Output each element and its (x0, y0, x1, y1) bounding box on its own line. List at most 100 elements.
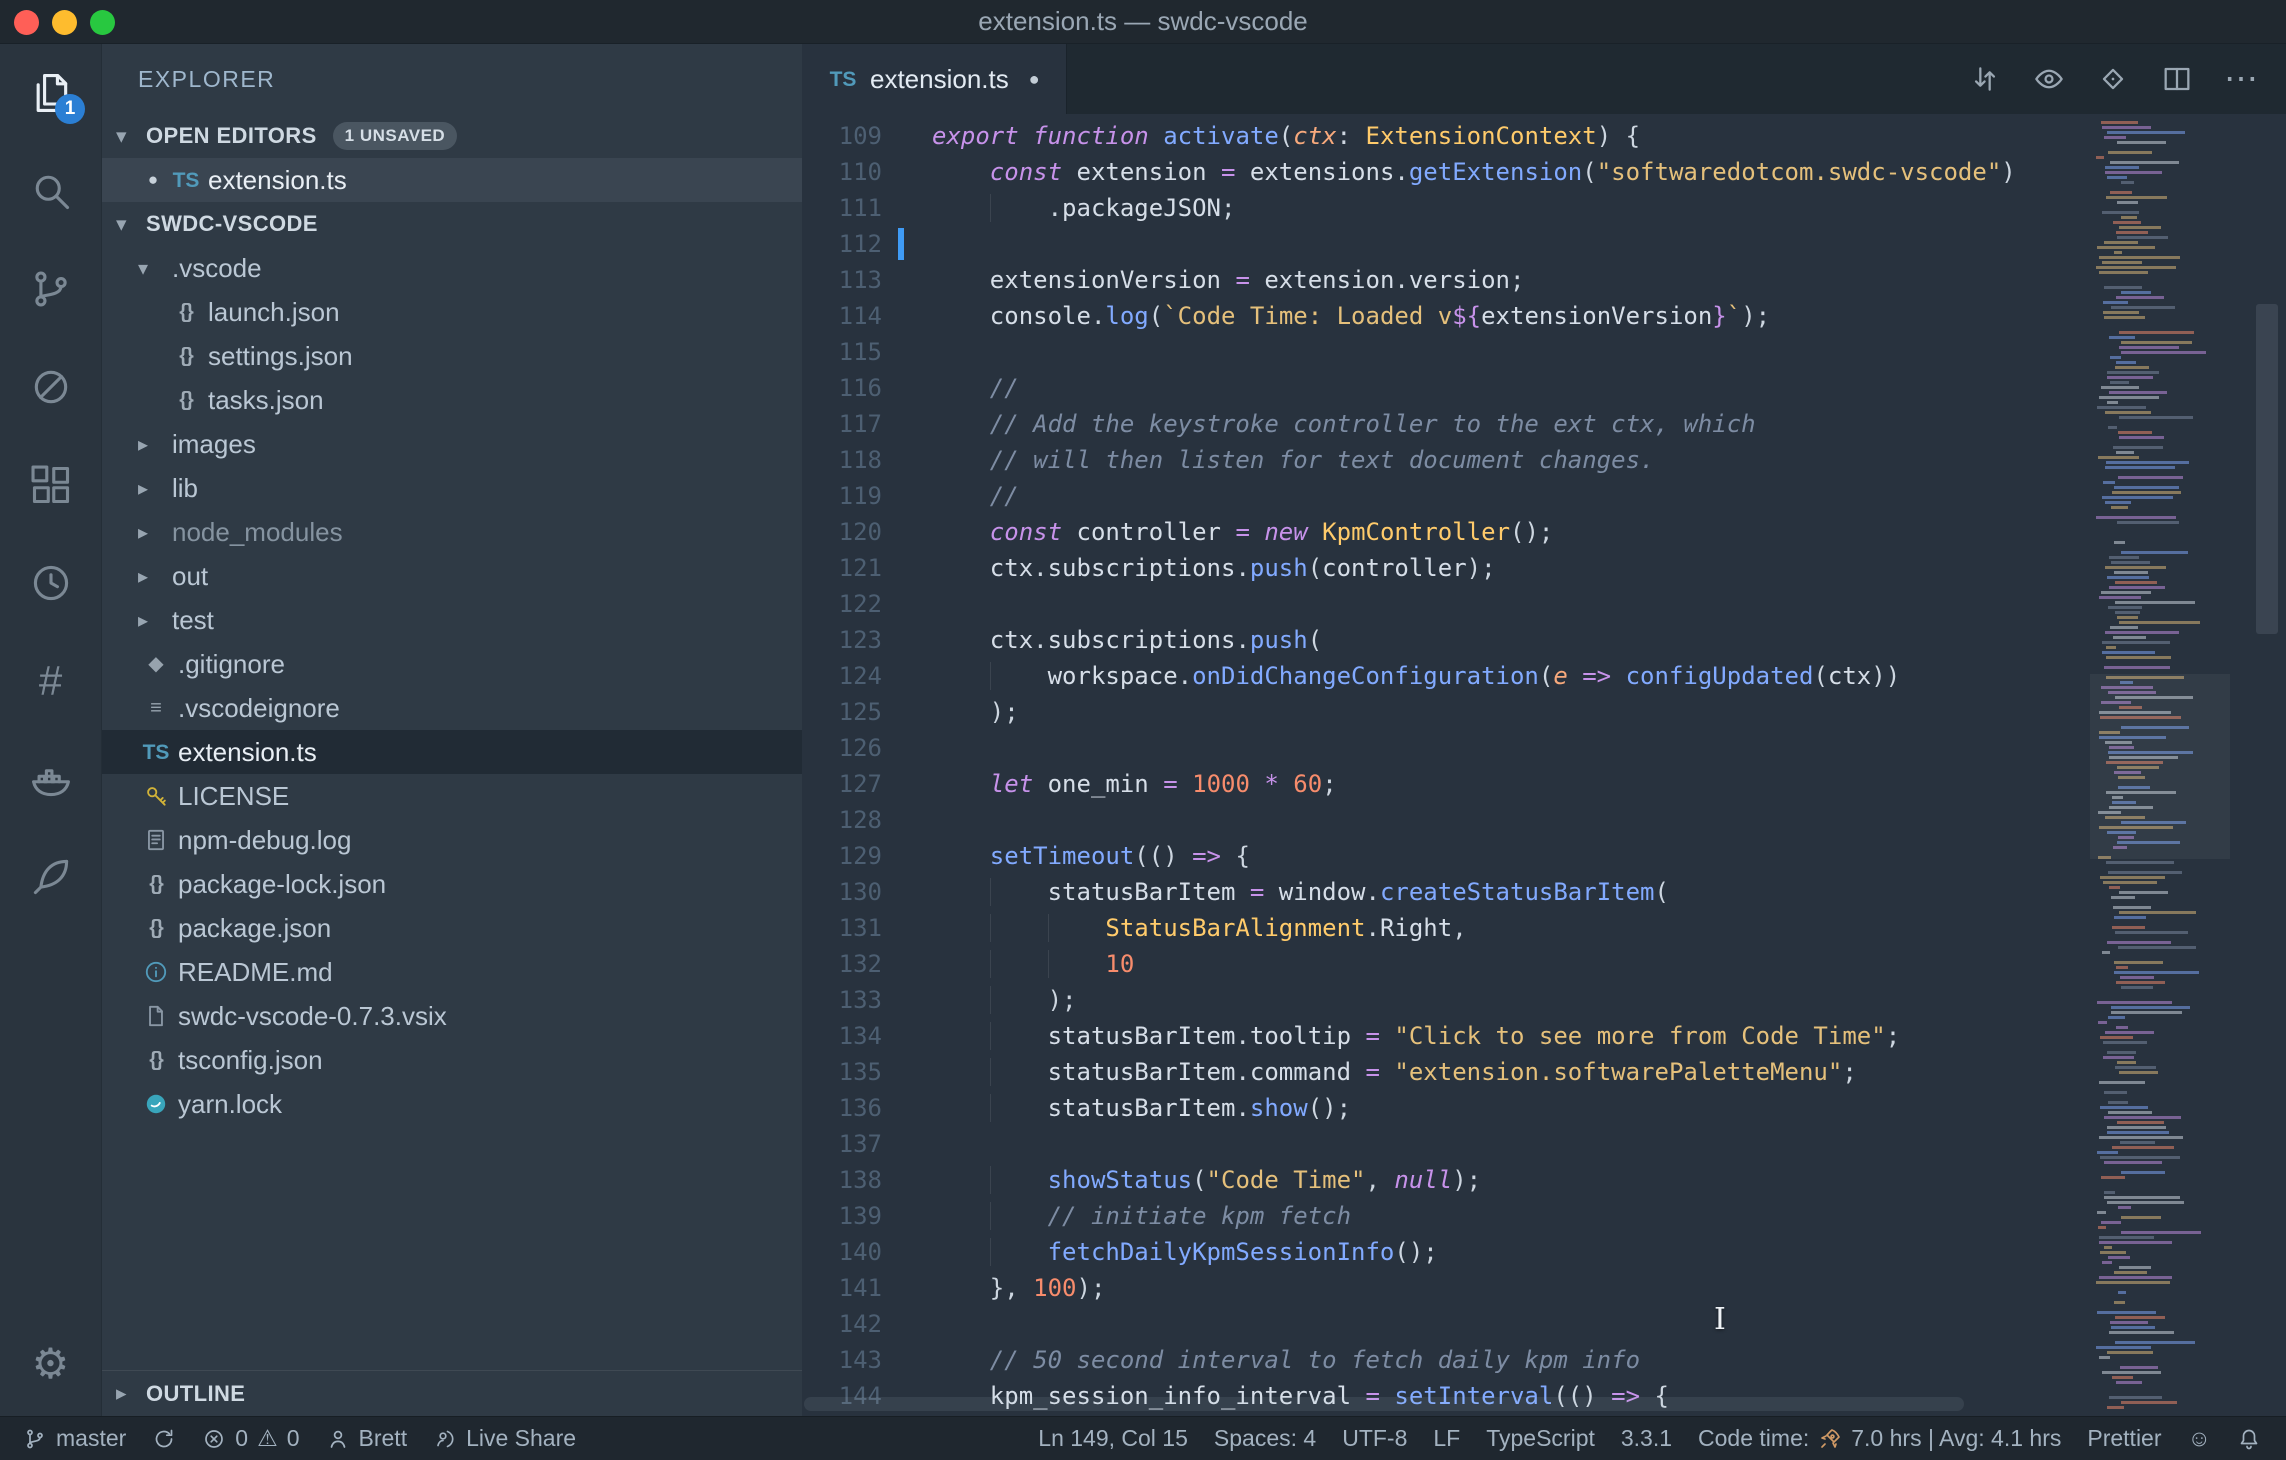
code-line-135[interactable]: 135 statusBarItem.command = "extension.s… (802, 1054, 2090, 1090)
activity-search[interactable] (0, 142, 101, 240)
code-line-136[interactable]: 136 statusBarItem.show(); (802, 1090, 2090, 1126)
file-package-json[interactable]: {}package.json (102, 906, 802, 950)
code-line-118[interactable]: 118 // will then listen for text documen… (802, 442, 2090, 478)
code-line-141[interactable]: 141 }, 100); (802, 1270, 2090, 1306)
status-branch[interactable]: master (10, 1417, 139, 1460)
code-line-113[interactable]: 113 extensionVersion = extension.version… (802, 262, 2090, 298)
tab-extension-ts[interactable]: TSextension.ts● (802, 44, 1067, 114)
file-gitignore[interactable]: ◆.gitignore (102, 642, 802, 686)
activity-hash[interactable]: # (0, 632, 101, 730)
file-license[interactable]: LICENSE (102, 774, 802, 818)
code-line-134[interactable]: 134 statusBarItem.tooltip = "Click to se… (802, 1018, 2090, 1054)
editor-body[interactable]: 109export function activate(ctx: Extensi… (802, 114, 2090, 1416)
more-actions-button[interactable]: ⋯ (2212, 50, 2270, 108)
file-readme-md[interactable]: README.md (102, 950, 802, 994)
folder-test[interactable]: ▸test (102, 598, 802, 642)
minimize-button[interactable] (52, 10, 77, 35)
code-line-133[interactable]: 133 ); (802, 982, 2090, 1018)
status-cursor-position[interactable]: Ln 149, Col 15 (1025, 1417, 1201, 1460)
file-package-lock-json[interactable]: {}package-lock.json (102, 862, 802, 906)
toggle-preview-button[interactable] (2020, 50, 2078, 108)
code-line-131[interactable]: 131 StatusBarAlignment.Right, (802, 910, 2090, 946)
status-language-mode[interactable]: TypeScript (1473, 1417, 1608, 1460)
open-changes-button[interactable] (1956, 50, 2014, 108)
code-line-128[interactable]: 128 (802, 802, 2090, 838)
status-sync[interactable] (139, 1417, 189, 1460)
status-feedback[interactable]: ☺ (2175, 1417, 2224, 1460)
split-editor-button[interactable] (2148, 50, 2206, 108)
file-tsconfig-json[interactable]: {}tsconfig.json (102, 1038, 802, 1082)
folder-out[interactable]: ▸out (102, 554, 802, 598)
open-editor-extension-ts[interactable]: ●TSextension.ts (102, 158, 802, 202)
code-line-123[interactable]: 123 ctx.subscriptions.push( (802, 622, 2090, 658)
activity-docker[interactable] (0, 730, 101, 828)
status-live-share[interactable]: Live Share (420, 1417, 589, 1460)
vertical-scrollbar-slider[interactable] (2256, 304, 2278, 634)
minimap-viewport[interactable] (2090, 674, 2230, 859)
horizontal-scrollbar[interactable] (804, 1397, 1964, 1411)
code-line-132[interactable]: 132 10 (802, 946, 2090, 982)
code-line-119[interactable]: 119 // (802, 478, 2090, 514)
status-encoding[interactable]: UTF-8 (1329, 1417, 1420, 1460)
file-swdc-vscode-0-7-3-vsix[interactable]: swdc-vscode-0.7.3.vsix (102, 994, 802, 1038)
folder-images[interactable]: ▸images (102, 422, 802, 466)
status-eol[interactable]: LF (1420, 1417, 1473, 1460)
code-line-140[interactable]: 140 fetchDailyKpmSessionInfo(); (802, 1234, 2090, 1270)
zoom-button[interactable] (90, 10, 115, 35)
code-line-115[interactable]: 115 (802, 334, 2090, 370)
open-editors-header[interactable]: ▾ OPEN EDITORS 1 UNSAVED (102, 114, 802, 158)
activity-clock[interactable] (0, 534, 101, 632)
code-line-112[interactable]: 112 (802, 226, 2090, 262)
activity-feather[interactable] (0, 828, 101, 926)
vertical-scrollbar[interactable] (2230, 114, 2286, 1416)
code-line-126[interactable]: 126 (802, 730, 2090, 766)
folder-lib[interactable]: ▸lib (102, 466, 802, 510)
file-settings-json[interactable]: {}settings.json (102, 334, 802, 378)
code-line-129[interactable]: 129 setTimeout(() => { (802, 838, 2090, 874)
code-line-121[interactable]: 121 ctx.subscriptions.push(controller); (802, 550, 2090, 586)
status-indentation[interactable]: Spaces: 4 (1201, 1417, 1329, 1460)
code-line-124[interactable]: 124 workspace.onDidChangeConfiguration(e… (802, 658, 2090, 694)
activity-explorer[interactable]: 1 (0, 44, 101, 142)
file-tasks-json[interactable]: {}tasks.json (102, 378, 802, 422)
code-line-110[interactable]: 110 const extension = extensions.getExte… (802, 154, 2090, 190)
folder-node-modules[interactable]: ▸node_modules (102, 510, 802, 554)
file-extension-ts[interactable]: TSextension.ts (102, 730, 802, 774)
code-line-142[interactable]: 142 (802, 1306, 2090, 1342)
status-problems[interactable]: 0⚠0 (189, 1417, 312, 1460)
format-document-button[interactable] (2084, 50, 2142, 108)
activity-source-control[interactable] (0, 240, 101, 338)
minimap[interactable] (2090, 114, 2230, 1416)
code-line-130[interactable]: 130 statusBarItem = window.createStatusB… (802, 874, 2090, 910)
status-notifications[interactable] (2224, 1417, 2274, 1460)
close-button[interactable] (14, 10, 39, 35)
list-file-icon: ≡ (138, 698, 174, 718)
code-line-139[interactable]: 139 // initiate kpm fetch (802, 1198, 2090, 1234)
code-line-122[interactable]: 122 (802, 586, 2090, 622)
status-ts-version[interactable]: 3.3.1 (1608, 1417, 1685, 1460)
outline-header[interactable]: ▸ OUTLINE (102, 1370, 802, 1416)
code-line-125[interactable]: 125 ); (802, 694, 2090, 730)
code-line-117[interactable]: 117 // Add the keystroke controller to t… (802, 406, 2090, 442)
activity-extensions[interactable] (0, 436, 101, 534)
code-line-138[interactable]: 138 showStatus("Code Time", null); (802, 1162, 2090, 1198)
code-line-109[interactable]: 109export function activate(ctx: Extensi… (802, 118, 2090, 154)
code-line-143[interactable]: 143 // 50 second interval to fetch daily… (802, 1342, 2090, 1378)
activity-settings-gear[interactable]: ⚙ (0, 1318, 101, 1410)
code-line-137[interactable]: 137 (802, 1126, 2090, 1162)
folder-vscode[interactable]: ▾.vscode (102, 246, 802, 290)
code-line-116[interactable]: 116 // (802, 370, 2090, 406)
activity-debug[interactable] (0, 338, 101, 436)
file-vscodeignore[interactable]: ≡.vscodeignore (102, 686, 802, 730)
code-line-120[interactable]: 120 const controller = new KpmController… (802, 514, 2090, 550)
file-launch-json[interactable]: {}launch.json (102, 290, 802, 334)
code-line-114[interactable]: 114 console.log(`Code Time: Loaded v${ex… (802, 298, 2090, 334)
file-npm-debug-log[interactable]: npm-debug.log (102, 818, 802, 862)
file-yarn-lock[interactable]: yarn.lock (102, 1082, 802, 1126)
status-prettier[interactable]: Prettier (2074, 1417, 2174, 1460)
status-code-time[interactable]: Code time:7.0 hrs | Avg: 4.1 hrs (1685, 1417, 2074, 1460)
code-line-111[interactable]: 111 .packageJSON; (802, 190, 2090, 226)
code-line-127[interactable]: 127 let one_min = 1000 * 60; (802, 766, 2090, 802)
project-section-header[interactable]: ▾ SWDC-VSCODE (102, 202, 802, 246)
status-account[interactable]: Brett (313, 1417, 421, 1460)
